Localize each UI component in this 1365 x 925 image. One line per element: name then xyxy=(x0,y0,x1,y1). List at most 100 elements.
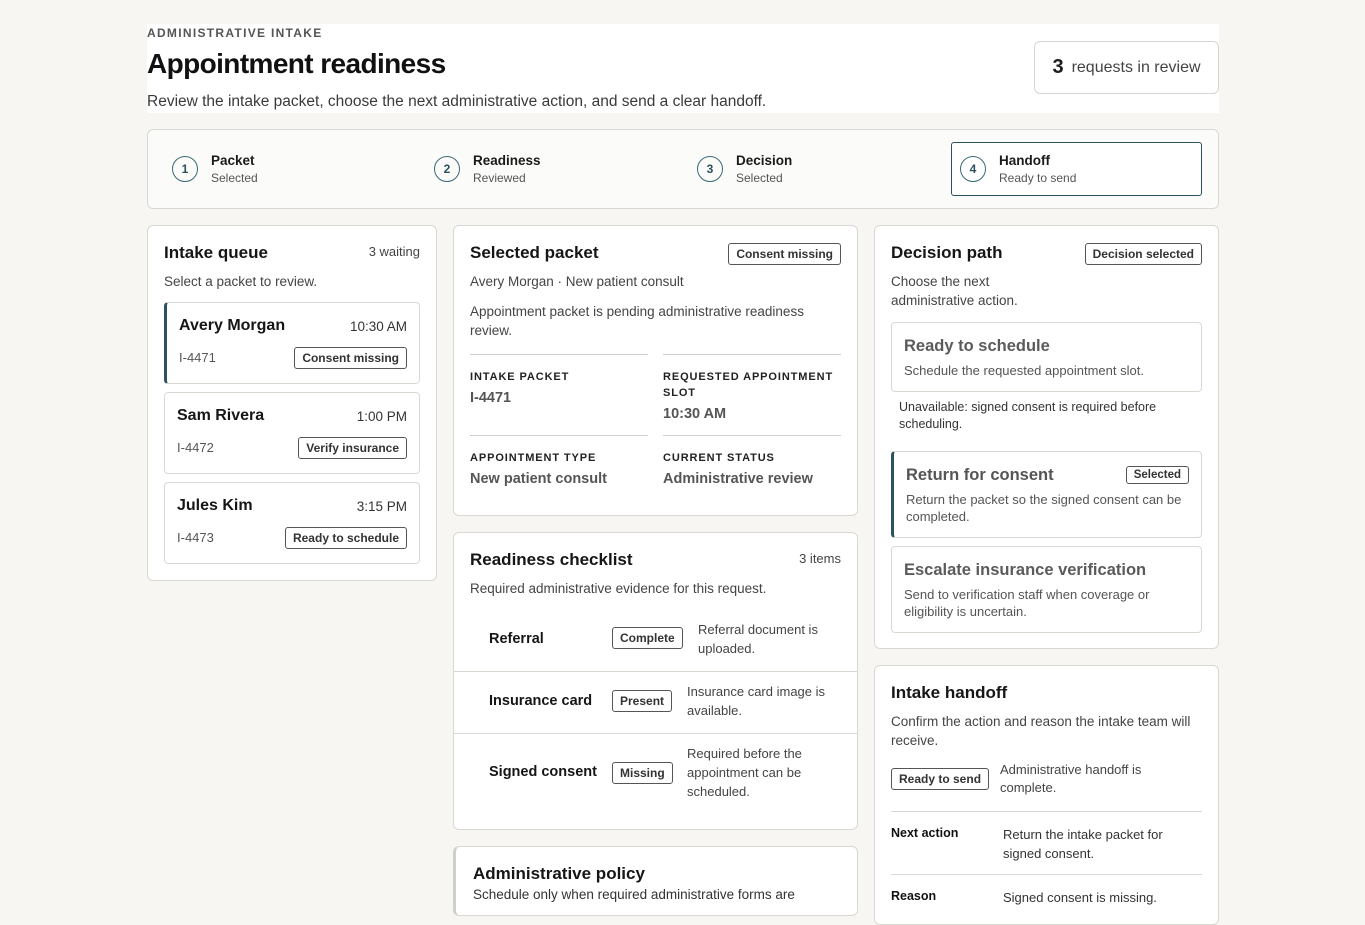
queue-count: 3 waiting xyxy=(368,244,420,259)
field-intake-packet: INTAKE PACKET I-4471 xyxy=(470,354,648,406)
checklist-item-note: Required before the appointment can be s… xyxy=(687,746,802,799)
patient-name: Jules Kim xyxy=(177,497,253,514)
status-badge: Consent missing xyxy=(294,347,407,369)
option-description: Send to verification staff when coverage… xyxy=(904,587,1150,619)
field-current-status: CURRENT STATUS Administrative review xyxy=(663,435,841,487)
decision-description: Choose the next administrative action. xyxy=(891,274,1018,308)
checklist-item-name: Insurance card xyxy=(489,693,593,709)
unavailable-note: Unavailable: signed consent is required … xyxy=(899,400,1157,431)
checklist-item-consent: Signed consent Missing Required before t… xyxy=(454,734,857,814)
administrative-policy-card: Administrative policy Schedule only when… xyxy=(453,846,858,916)
field-value: New patient consult xyxy=(470,471,607,487)
option-return-for-consent[interactable]: Return for consent Selected Return the p… xyxy=(891,451,1202,538)
step-decision[interactable]: 3 Decision Selected xyxy=(673,142,924,196)
handoff-title: Intake handoff xyxy=(891,683,1008,702)
page-eyebrow: ADMINISTRATIVE INTAKE xyxy=(147,26,323,40)
step-status: Selected xyxy=(211,171,258,185)
handoff-row-reason: Reason Signed consent is missing. xyxy=(891,874,1202,905)
step-status: Reviewed xyxy=(473,171,526,185)
packet-patient: Avery Morgan · New patient consult xyxy=(470,274,684,289)
queue-item[interactable]: Jules Kim 3:15 PM I-4473 Ready to schedu… xyxy=(164,482,420,564)
packet-description: Appointment packet is pending administra… xyxy=(470,304,804,338)
patient-name: Avery Morgan xyxy=(179,317,286,334)
option-title: Ready to schedule xyxy=(904,337,1050,355)
appointment-time: 3:15 PM xyxy=(356,499,407,514)
decision-title: Decision path xyxy=(891,243,1003,262)
status-badge: Ready to schedule xyxy=(284,527,407,549)
page-title: Appointment readiness xyxy=(147,48,446,79)
checklist-item-note: Insurance card image is available. xyxy=(687,684,826,718)
handoff-status-badge: Ready to send xyxy=(891,768,990,790)
step-number: 2 xyxy=(434,156,460,182)
field-label: APPOINTMENT TYPE xyxy=(470,452,597,464)
field-value: 10:30 AM xyxy=(663,406,727,422)
handoff-status-note: Administrative handoff is complete. xyxy=(1000,762,1142,795)
step-status: Selected xyxy=(736,171,783,185)
step-number: 4 xyxy=(960,156,986,182)
queue-title: Intake queue xyxy=(164,243,268,262)
handoff-row-value: Return the intake packet for signed cons… xyxy=(1003,827,1163,861)
policy-title: Administrative policy xyxy=(473,864,645,883)
step-readiness[interactable]: 2 Readiness Reviewed xyxy=(410,142,661,196)
packet-status-badge: Consent missing xyxy=(728,243,841,265)
field-label: INTAKE PACKET xyxy=(470,371,570,383)
status-badge: Verify insurance xyxy=(298,437,407,459)
handoff-row-label: Reason xyxy=(891,889,937,903)
step-number: 3 xyxy=(697,156,723,182)
packet-title: Selected packet xyxy=(470,243,599,262)
option-title: Return for consent xyxy=(906,466,1054,484)
policy-text: Schedule only when required administrati… xyxy=(473,887,795,902)
checklist-count: 3 items xyxy=(799,551,841,566)
checklist-title: Readiness checklist xyxy=(470,550,633,569)
field-value: I-4471 xyxy=(470,390,512,406)
step-label: Decision xyxy=(736,153,793,168)
step-label: Readiness xyxy=(473,153,541,168)
readiness-checklist-card: Readiness checklist 3 items Required adm… xyxy=(453,532,858,830)
handoff-row-value: Signed consent is missing. xyxy=(1003,890,1157,905)
option-description: Return the packet so the signed consent … xyxy=(906,492,1182,524)
step-packet[interactable]: 1 Packet Selected xyxy=(148,142,399,196)
packet-id: I-4473 xyxy=(177,530,214,545)
review-count-badge: 3 requests in review xyxy=(1034,41,1219,94)
handoff-description: Confirm the action and reason the intake… xyxy=(891,714,1191,748)
intake-queue-card: Intake queue 3 waiting Select a packet t… xyxy=(147,225,437,581)
checklist-status-badge: Present xyxy=(612,690,673,712)
handoff-row-next-action: Next action Return the intake packet for… xyxy=(891,811,1202,861)
option-escalate-insurance[interactable]: Escalate insurance verification Send to … xyxy=(891,546,1202,633)
queue-description: Select a packet to review. xyxy=(164,274,318,289)
handoff-row-label: Next action xyxy=(891,826,959,840)
review-count-label: requests in review xyxy=(1071,58,1201,76)
intake-handoff-card: Intake handoff Confirm the action and re… xyxy=(874,665,1219,925)
patient-name: Sam Rivera xyxy=(177,407,265,424)
checklist-item-insurance: Insurance card Present Insurance card im… xyxy=(454,672,857,732)
checklist-status-badge: Complete xyxy=(612,627,683,649)
packet-id: I-4471 xyxy=(179,350,216,365)
page-subtitle: Review the intake packet, choose the nex… xyxy=(147,93,767,110)
field-appointment-slot: REQUESTED APPOINTMENT SLOT 10:30 AM xyxy=(663,354,841,422)
option-description: Schedule the requested appointment slot. xyxy=(904,363,1144,378)
selected-packet-card: Selected packet Consent missing Avery Mo… xyxy=(453,225,858,516)
field-label: CURRENT STATUS xyxy=(663,452,775,464)
page-header: ADMINISTRATIVE INTAKE Appointment readin… xyxy=(147,24,1219,113)
checklist-item-name: Referral xyxy=(489,631,544,647)
step-handoff[interactable]: 4 Handoff Ready to send xyxy=(951,142,1202,196)
decision-path-card: Decision path Decision selected Choose t… xyxy=(874,225,1219,649)
step-label: Packet xyxy=(211,153,255,168)
step-status: Ready to send xyxy=(999,171,1077,185)
packet-id: I-4472 xyxy=(177,440,214,455)
progress-steps: 1 Packet Selected 2 Readiness Reviewed 3 D… xyxy=(147,129,1219,209)
appointment-time: 1:00 PM xyxy=(356,409,407,424)
field-value: Administrative review xyxy=(663,471,813,487)
queue-item[interactable]: Avery Morgan 10:30 AM I-4471 Consent mis… xyxy=(164,302,420,384)
checklist-item-name: Signed consent xyxy=(489,764,597,780)
appointment-time: 10:30 AM xyxy=(349,319,407,334)
option-title: Escalate insurance verification xyxy=(904,561,1147,579)
review-count: 3 xyxy=(1052,56,1064,78)
step-label: Handoff xyxy=(999,153,1050,168)
checklist-status-badge: Missing xyxy=(612,762,673,784)
checklist-item-referral: Referral Complete Referral document is u… xyxy=(454,617,857,671)
field-label: REQUESTED APPOINTMENT SLOT xyxy=(663,371,834,399)
queue-item[interactable]: Sam Rivera 1:00 PM I-4472 Verify insuran… xyxy=(164,392,420,474)
option-ready-to-schedule[interactable]: Ready to schedule Schedule the requested… xyxy=(891,322,1202,392)
step-number: 1 xyxy=(172,156,198,182)
